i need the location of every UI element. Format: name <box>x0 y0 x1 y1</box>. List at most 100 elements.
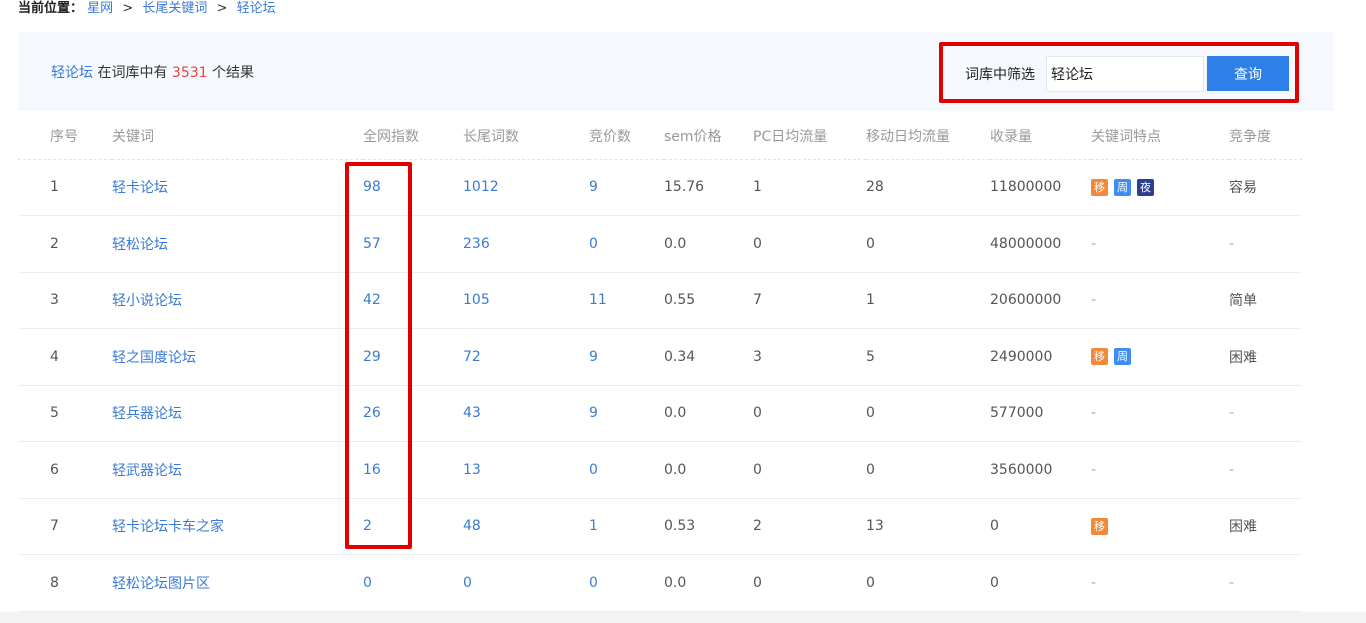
filter-label: 词库中筛选 <box>965 67 1035 83</box>
result-summary: 轻论坛 在词库中有 3531 个结果 <box>51 62 254 82</box>
cell-index: 1 <box>18 159 112 216</box>
empty-dash: - <box>1091 235 1097 252</box>
cell-mobile-traffic: 0 <box>866 554 990 612</box>
summary-keyword: 轻论坛 <box>51 65 93 81</box>
header-col-sem-price: sem价格 <box>664 113 753 160</box>
header-col-features: 关键词特点 <box>1091 113 1229 160</box>
search-index-link[interactable]: 98 <box>363 159 463 216</box>
cell-index: 3 <box>18 272 112 329</box>
search-index-link[interactable]: 0 <box>363 554 463 612</box>
cell-mobile-traffic: 28 <box>866 159 990 216</box>
cell-mobile-traffic: 0 <box>866 385 990 442</box>
summary-count: 3531 <box>171 65 208 81</box>
cell-indexed: 11800000 <box>990 159 1091 216</box>
longtail-count-link[interactable]: 1012 <box>463 159 589 216</box>
longtail-count-link[interactable]: 48 <box>463 498 589 555</box>
keyword-link[interactable]: 轻兵器论坛 <box>112 385 363 442</box>
cell-pc-traffic: 0 <box>753 554 866 612</box>
cell-mobile-traffic: 5 <box>866 328 990 386</box>
cell-pc-traffic: 7 <box>753 272 866 329</box>
bid-count-link[interactable]: 9 <box>589 328 664 386</box>
cell-indexed: 0 <box>990 554 1091 612</box>
table-row: 1 轻卡论坛 98 1012 9 15.76 1 28 11800000 移周夜容易 <box>18 159 1302 216</box>
cell-sem-price: 15.76 <box>664 159 753 216</box>
table-row: 8 轻松论坛图片区 0 0 0 0.0 0 0 0- - <box>18 554 1302 612</box>
longtail-count-link[interactable]: 105 <box>463 272 589 329</box>
filter-box: 词库中筛选 查询 <box>939 42 1299 103</box>
cell-mobile-traffic: 0 <box>866 441 990 499</box>
cell-index: 8 <box>18 554 112 612</box>
cell-indexed: 2490000 <box>990 328 1091 386</box>
search-index-link[interactable]: 42 <box>363 272 463 329</box>
header-col-competition: 竞争度 <box>1229 113 1302 160</box>
cell-sem-price: 0.0 <box>664 554 753 612</box>
keyword-link[interactable]: 轻小说论坛 <box>112 272 363 329</box>
search-index-link[interactable]: 57 <box>363 215 463 273</box>
feature-tag-night-icon: 夜 <box>1137 178 1154 196</box>
table-row: 4 轻之国度论坛 29 72 9 0.34 3 5 2490000 移周困难 <box>18 328 1302 386</box>
breadcrumb-item-longtail[interactable]: 长尾关键词 <box>142 1 207 16</box>
bid-count-link[interactable]: 1 <box>589 498 664 555</box>
longtail-count-link[interactable]: 72 <box>463 328 589 386</box>
bid-count-link[interactable]: 9 <box>589 385 664 442</box>
empty-dash: - <box>1091 405 1097 422</box>
cell-index: 7 <box>18 498 112 555</box>
cell-sem-price: 0.0 <box>664 385 753 442</box>
longtail-count-link[interactable]: 236 <box>463 215 589 273</box>
cell-features: 移 <box>1091 498 1229 555</box>
cell-indexed: 3560000 <box>990 441 1091 499</box>
cell-mobile-traffic: 1 <box>866 272 990 329</box>
table-row: 3 轻小说论坛 42 105 11 0.55 7 1 20600000- 简单 <box>18 272 1302 329</box>
breadcrumb-item-current[interactable]: 轻论坛 <box>237 1 276 16</box>
cell-pc-traffic: 1 <box>753 159 866 216</box>
table-row: 7 轻卡论坛卡车之家 2 48 1 0.53 2 13 0 移困难 <box>18 498 1302 555</box>
longtail-count-link[interactable]: 13 <box>463 441 589 499</box>
header-col-mobile-traffic: 移动日均流量 <box>866 113 990 160</box>
cell-sem-price: 0.34 <box>664 328 753 386</box>
search-index-link[interactable]: 16 <box>363 441 463 499</box>
keyword-link[interactable]: 轻之国度论坛 <box>112 328 363 386</box>
empty-dash: - <box>1091 461 1097 478</box>
table-row: 2 轻松论坛 57 236 0 0.0 0 0 48000000- - <box>18 215 1302 273</box>
longtail-count-link[interactable]: 0 <box>463 554 589 612</box>
breadcrumb-separator: > <box>122 1 134 16</box>
longtail-count-link[interactable]: 43 <box>463 385 589 442</box>
breadcrumb-item-home[interactable]: 星网 <box>87 1 113 16</box>
search-index-link[interactable]: 26 <box>363 385 463 442</box>
keyword-link[interactable]: 轻松论坛图片区 <box>112 554 363 612</box>
cell-competition: - <box>1229 441 1302 499</box>
table-row: 6 轻武器论坛 16 13 0 0.0 0 0 3560000- - <box>18 441 1302 499</box>
summary-text-after: 个结果 <box>207 65 254 81</box>
cell-sem-price: 0.53 <box>664 498 753 555</box>
cell-indexed: 0 <box>990 498 1091 555</box>
bid-count-link[interactable]: 0 <box>589 441 664 499</box>
cell-features: - <box>1091 385 1229 442</box>
cell-index: 6 <box>18 441 112 499</box>
cell-pc-traffic: 2 <box>753 498 866 555</box>
breadcrumb-label: 当前位置： <box>18 1 84 16</box>
query-button[interactable]: 查询 <box>1207 56 1289 91</box>
header-col-pc-traffic: PC日均流量 <box>753 113 866 160</box>
keyword-link[interactable]: 轻武器论坛 <box>112 441 363 499</box>
keyword-link[interactable]: 轻卡论坛卡车之家 <box>112 498 363 555</box>
bid-count-link[interactable]: 9 <box>589 159 664 216</box>
keyword-link[interactable]: 轻卡论坛 <box>112 159 363 216</box>
cell-index: 4 <box>18 328 112 386</box>
header-col-indexed: 收录量 <box>990 113 1091 160</box>
filter-input[interactable] <box>1046 56 1204 92</box>
cell-sem-price: 0.0 <box>664 215 753 273</box>
search-index-link[interactable]: 2 <box>363 498 463 555</box>
bid-count-link[interactable]: 0 <box>589 215 664 273</box>
bid-count-link[interactable]: 11 <box>589 272 664 329</box>
cell-features: 移周 <box>1091 328 1229 386</box>
cell-features: - <box>1091 215 1229 273</box>
cell-indexed: 48000000 <box>990 215 1091 273</box>
table-body: 1 轻卡论坛 98 1012 9 15.76 1 28 11800000 移周夜容易 2 轻松论坛 57… <box>18 159 1302 612</box>
keyword-link[interactable]: 轻松论坛 <box>112 215 363 273</box>
search-index-link[interactable]: 29 <box>363 328 463 386</box>
header-col-search-index: 全网指数 <box>363 113 463 160</box>
bid-count-link[interactable]: 0 <box>589 554 664 612</box>
cell-index: 5 <box>18 385 112 442</box>
cell-competition: 简单 <box>1229 272 1302 329</box>
empty-dash: - <box>1091 574 1097 591</box>
